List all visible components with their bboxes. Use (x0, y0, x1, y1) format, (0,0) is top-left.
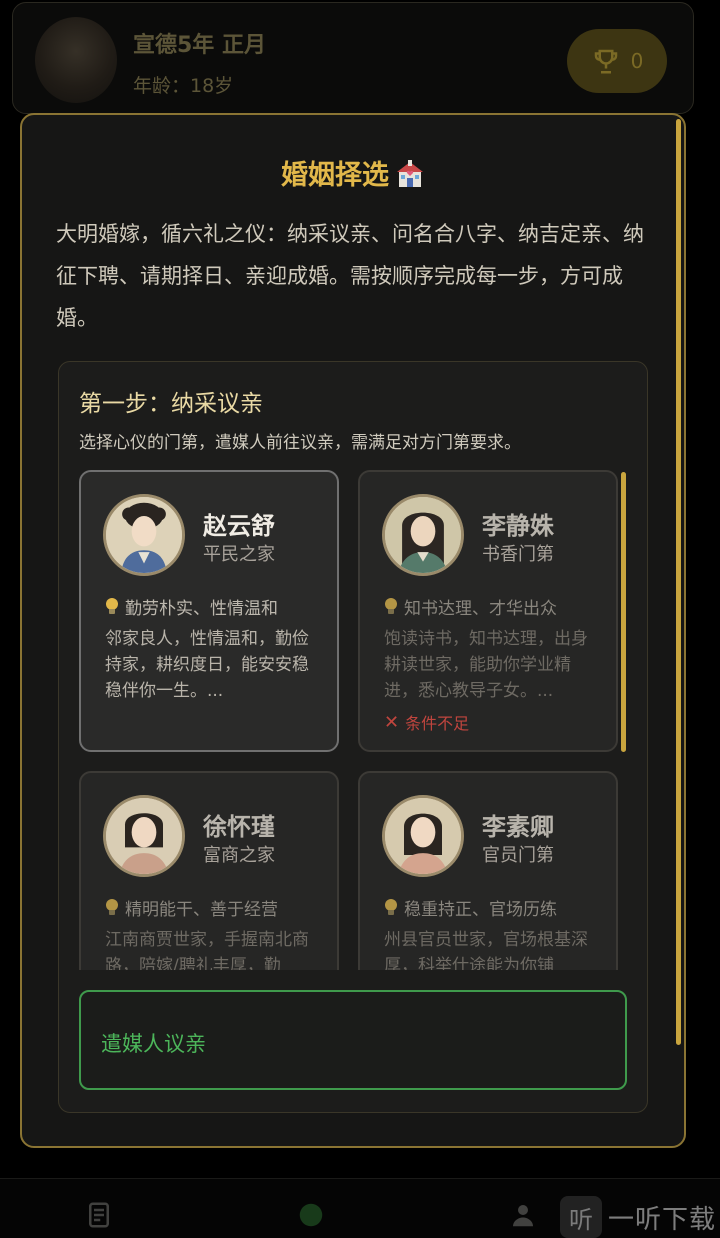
candidate-trait-text: 精明能干、善于经营 (125, 900, 278, 920)
candidate-portrait (382, 494, 464, 576)
watermark-logo: 听 (559, 1196, 602, 1238)
lightbulb-icon (106, 597, 118, 614)
candidate-family: 富商之家 (203, 845, 275, 866)
candidate-name: 李素卿 (482, 813, 554, 841)
candidate-description: 饱读诗书，知书达理，出身耕读世家，能助你学业精进，悉心教导子女。... (384, 629, 588, 701)
candidate-name: 徐怀瑾 (203, 813, 275, 841)
modal-title: 婚姻择选 (22, 153, 684, 192)
candidate-card-zhao-yunshu[interactable]: 赵云舒 平民之家 勤劳朴实、性情温和 邻家良人，性情温和，勤俭持家，耕织度日，能… (79, 470, 339, 752)
candidate-trait-text: 稳重持正、官场历练 (404, 900, 557, 920)
watermark-text: 一听下载 (607, 1204, 716, 1235)
trophy-icon (594, 49, 617, 74)
game-date: 宣德5年 正月 (133, 33, 266, 58)
candidate-trait: 稳重持正、官场历练 (384, 895, 557, 920)
lightbulb-icon (385, 597, 397, 614)
send-matchmaker-button[interactable]: 遣媒人议亲 (79, 990, 627, 1090)
person-icon[interactable] (508, 1199, 538, 1231)
candidate-portrait (103, 795, 185, 877)
lightbulb-icon (106, 898, 118, 915)
candidate-card-li-suqing[interactable]: 李素卿 官员门第 稳重持正、官场历练 州县官员世家，官场根基深厚，科举仕途能为你… (358, 771, 618, 970)
wedding-chapel-icon (397, 160, 423, 187)
candidate-portrait (382, 795, 464, 877)
candidate-description: 州县官员世家，官场根基深厚，科举仕途能为你铺 (384, 930, 588, 970)
candidate-name: 李静姝 (482, 512, 554, 540)
candidate-description: 江南商贾世家，手握南北商路，陪嫁/聘礼丰厚，勤 (105, 930, 309, 970)
candidate-trait-text: 勤劳朴实、性情温和 (125, 599, 278, 619)
trophy-button[interactable]: 0 (567, 29, 667, 93)
marriage-intro: 大明婚嫁，循六礼之仪：纳采议亲、问名合八字、纳吉定亲、纳征下聘、请期择日、亲迎成… (56, 222, 644, 330)
requirement-warning-text: 条件不足 (405, 714, 470, 733)
candidate-family: 书香门第 (482, 544, 554, 565)
candidate-family: 官员门第 (482, 845, 554, 866)
home-icon[interactable] (296, 1199, 326, 1231)
player-avatar[interactable] (35, 17, 117, 103)
candidate-trait-text: 知书达理、才华出众 (404, 599, 557, 619)
watermark: 听 一听下载 (559, 1196, 716, 1238)
candidate-name: 赵云舒 (203, 512, 275, 540)
candidate-list-scrollbar[interactable] (621, 472, 626, 752)
send-matchmaker-label: 遣媒人议亲 (101, 1032, 206, 1056)
modal-title-text: 婚姻择选 (281, 160, 389, 191)
candidate-description: 邻家良人，性情温和，勤俭持家，耕织度日，能安安稳稳伴你一生。... (105, 629, 309, 701)
candidate-trait: 勤劳朴实、性情温和 (105, 594, 278, 619)
candidate-list[interactable]: 赵云舒 平民之家 勤劳朴实、性情温和 邻家良人，性情温和，勤俭持家，耕织度日，能… (79, 470, 629, 970)
requirement-warning: ✕ 条件不足 (384, 710, 469, 734)
trophy-count: 0 (630, 49, 644, 73)
step-panel: 第一步：纳采议亲 选择心仪的门第，遣媒人前往议亲，需满足对方门第要求。 赵云舒 … (58, 361, 648, 1113)
modal-scrollbar[interactable] (676, 119, 681, 1045)
lightbulb-icon (385, 898, 397, 915)
candidate-trait: 精明能干、善于经营 (105, 895, 278, 920)
candidate-card-xu-huaijin[interactable]: 徐怀瑾 富商之家 精明能干、善于经营 江南商贾世家，手握南北商路，陪嫁/聘礼丰厚… (79, 771, 339, 970)
player-age: 年龄：18岁 (133, 75, 234, 97)
step-title: 第一步：纳采议亲 (79, 391, 263, 417)
candidate-card-li-jingshu[interactable]: 李静姝 书香门第 知书达理、才华出众 饱读诗书，知书达理，出身耕读世家，能助你学… (358, 470, 618, 752)
status-header: 宣德5年 正月 年龄：18岁 0 (12, 2, 694, 114)
candidate-trait: 知书达理、才华出众 (384, 594, 557, 619)
candidate-portrait (103, 494, 185, 576)
document-icon[interactable] (84, 1199, 114, 1231)
marriage-modal: 婚姻择选 大明婚嫁，循六礼之仪：纳采议亲、问名合八字、纳吉定亲、纳征下聘、请期择… (20, 113, 686, 1148)
candidate-family: 平民之家 (203, 544, 275, 565)
cross-icon: ✕ (384, 711, 400, 733)
step-description: 选择心仪的门第，遣媒人前往议亲，需满足对方门第要求。 (79, 433, 521, 453)
